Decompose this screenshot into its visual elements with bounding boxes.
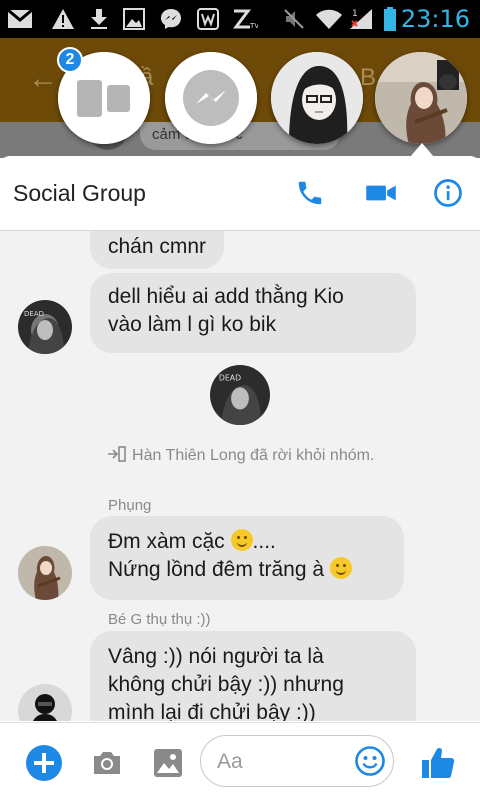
violin-girl-avatar [18, 546, 72, 600]
zing-icon: TV [232, 8, 258, 30]
dark-boy-avatar [18, 684, 72, 721]
message-line: Nứng lồnd đêm trăng à [108, 556, 386, 584]
message-input[interactable] [215, 746, 349, 778]
message-text: Đm xàm cặc [108, 530, 225, 553]
battery-icon [382, 7, 398, 31]
gmail-icon [6, 8, 34, 30]
smile-emoji-icon [230, 529, 253, 551]
avatar[interactable] [18, 546, 72, 600]
avatar[interactable]: DEAD [18, 300, 72, 354]
conversation-panel: Social Group chán cmnr DEAD dell hiểu ai… [0, 156, 480, 800]
message-line: Đm xàm cặc .... [108, 528, 386, 556]
violin-girl-avatar [375, 52, 467, 144]
svg-text:DEAD: DEAD [24, 310, 44, 318]
svg-text:1: 1 [352, 9, 358, 19]
conversation-header: Social Group [0, 156, 480, 231]
violin-avatar-head[interactable] [375, 52, 467, 144]
message-line: dell hiểu ai add thằng Kio [108, 285, 344, 308]
smile-emoji-icon [329, 557, 352, 579]
signal-icon: 1 [348, 8, 374, 30]
camera-icon [94, 752, 120, 774]
sender-name: Bé G thụ thụ :)) [108, 611, 211, 628]
download-icon [88, 8, 110, 30]
notice-text: Hàn Thiên Long đã rời khỏi nhóm. [132, 447, 375, 464]
message-text-suffix: .... [252, 530, 276, 553]
anime-avatar-head[interactable] [271, 52, 363, 144]
dark-anime-avatar: DEAD [18, 300, 72, 354]
message-line: không chửi bậy :)) nhưng [108, 673, 344, 696]
read-receipt-avatar: DEAD [210, 365, 270, 425]
messenger-icon [165, 52, 257, 144]
dark-anime-avatar: DEAD [210, 365, 270, 425]
phone-icon [298, 181, 322, 205]
message-line: vào làm l gì ko bik [108, 313, 277, 336]
sender-name: Phụng [108, 497, 152, 514]
messenger-chat-head[interactable] [165, 52, 257, 144]
active-head-pointer [410, 143, 434, 157]
image-icon [122, 8, 146, 30]
messenger-icon [158, 8, 184, 30]
mute-icon [282, 8, 306, 30]
message-bubble[interactable]: Đm xàm cặc .... Nứng lồnd đêm trăng à [90, 516, 404, 600]
plus-icon [26, 745, 62, 781]
status-bar: TV 1 23:16 [0, 0, 480, 38]
more-actions-button[interactable] [25, 744, 63, 782]
clock: 23:16 [400, 5, 470, 33]
composer-bar [0, 722, 480, 800]
emoji-button[interactable] [353, 744, 387, 778]
info-button[interactable] [431, 176, 465, 210]
voice-call-button[interactable] [293, 176, 327, 210]
background-chat-title-end: B [360, 64, 377, 91]
camera-button[interactable] [90, 747, 124, 779]
anime-girl-avatar [271, 52, 363, 144]
back-arrow-icon: ← [28, 62, 58, 95]
svg-text:TV: TV [249, 22, 258, 30]
alert-icon [50, 8, 76, 30]
message-bubble[interactable]: dell hiểu ai add thằng Kio vào làm l gì … [90, 273, 416, 353]
thumbs-up-icon [422, 747, 455, 778]
message-line: mình lại đi chửi bậy :)) [108, 701, 316, 721]
message-list[interactable]: chán cmnr DEAD dell hiểu ai add thằng Ki… [0, 231, 480, 721]
message-line: Vâng :)) nói người ta là [108, 645, 324, 668]
smiley-icon [355, 746, 385, 776]
info-icon [434, 179, 462, 207]
video-camera-icon [366, 185, 396, 201]
image-icon [154, 749, 182, 777]
message-text: chán cmnr [108, 235, 207, 258]
gallery-button[interactable] [151, 746, 185, 780]
leave-icon [106, 446, 128, 467]
message-bubble[interactable]: chán cmnr [90, 231, 225, 269]
message-input-wrapper [200, 735, 394, 787]
conversation-title: Social Group [13, 180, 146, 206]
wifi-icon [314, 8, 344, 30]
message-text: Nứng lồnd đêm trăng à [108, 558, 325, 581]
system-notice: Hàn Thiên Long đã rời khỏi nhóm. [0, 446, 480, 467]
video-call-button[interactable] [364, 176, 398, 210]
notification-icon [196, 8, 220, 30]
unread-badge: 2 [57, 47, 83, 73]
like-button[interactable] [418, 743, 458, 783]
avatar[interactable] [18, 684, 72, 721]
svg-text:DEAD: DEAD [219, 374, 241, 383]
message-bubble[interactable]: Vâng :)) nói người ta là không chửi bậy … [90, 631, 416, 721]
